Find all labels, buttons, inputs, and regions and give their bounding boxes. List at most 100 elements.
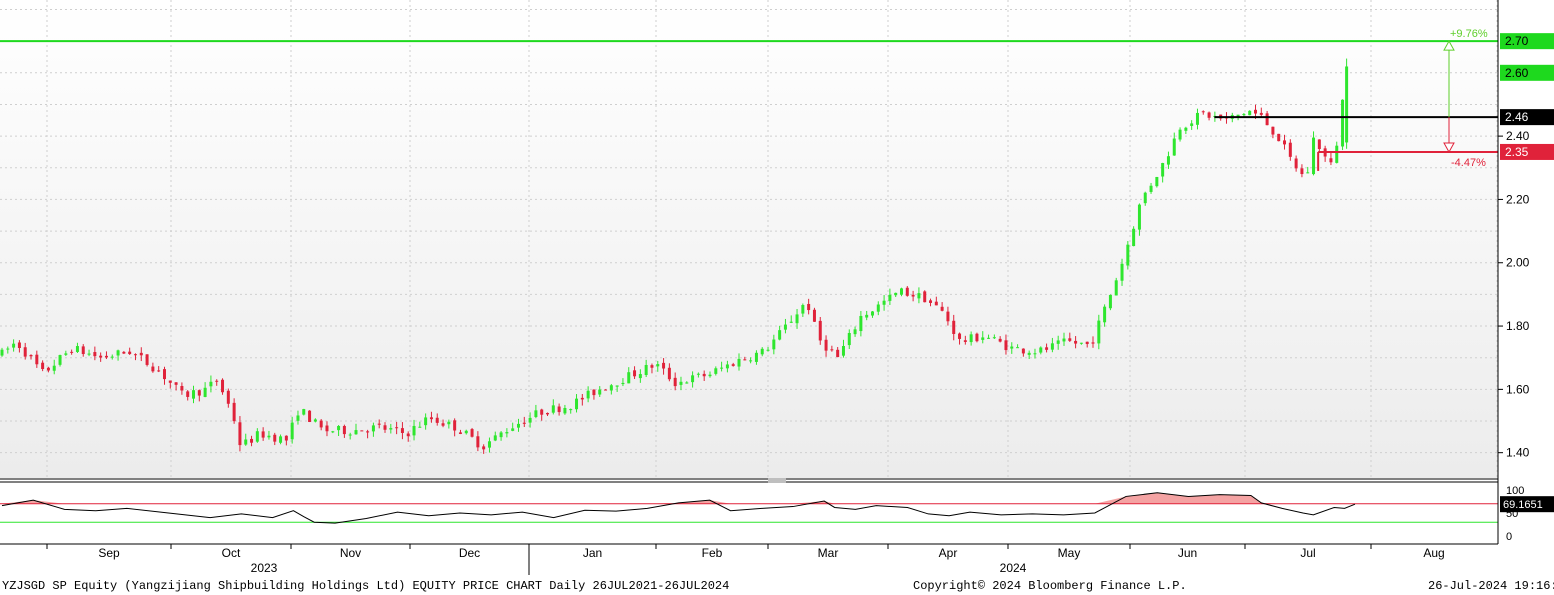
candle-body [1056, 340, 1060, 344]
level-tag: 2.60 [1500, 64, 1554, 81]
rsi-axis-label: 0 [1506, 531, 1512, 543]
price-chart: 100 50 0 69.1651 2.70 2.60 2.46 2.35 +9.76% -4.4… [0, 0, 1554, 595]
candle-body [6, 348, 10, 350]
candle-body [46, 367, 50, 371]
candle-body [1137, 204, 1141, 230]
gain-label: +9.76% [1450, 28, 1488, 40]
candle-body [592, 389, 596, 396]
candle-body [900, 288, 904, 295]
candle [1114, 277, 1118, 296]
candle [470, 427, 474, 438]
price-axis-label: 1.60 [1506, 382, 1530, 396]
candle-body [174, 382, 178, 385]
candle-body [261, 431, 265, 438]
candle-body [75, 346, 79, 352]
time-axis-label: Dec [459, 546, 480, 560]
candle [1312, 131, 1316, 176]
candle-body [836, 349, 840, 358]
candle-body [1178, 129, 1182, 140]
level-tag: 2.46 [1500, 109, 1554, 126]
candle-body [12, 343, 16, 348]
candle-body [859, 315, 863, 332]
candle-body [778, 330, 782, 340]
candle-body [714, 368, 718, 374]
candle-body [464, 430, 468, 434]
candle-body [186, 391, 190, 397]
candle-body [1190, 123, 1194, 126]
candle-body [1120, 263, 1124, 281]
candle [975, 332, 979, 343]
candle-body [760, 348, 764, 355]
candle [58, 354, 62, 367]
candle-body [331, 431, 335, 433]
candle-body [1207, 112, 1211, 118]
level-tag-label: 2.46 [1505, 110, 1529, 124]
candle-body [1050, 343, 1054, 350]
candle-body [795, 314, 799, 324]
candle-body [1248, 110, 1252, 116]
level-tag-label: 2.70 [1505, 34, 1529, 48]
candle-body [841, 345, 845, 356]
candle-body [1341, 99, 1345, 147]
candle-body [296, 415, 300, 421]
candle-body [412, 425, 416, 436]
loss-label: -4.47% [1451, 157, 1486, 169]
candle-body [824, 339, 828, 351]
candle-body [453, 420, 457, 431]
candle-body [551, 405, 555, 413]
candle-body [633, 370, 637, 377]
candle-body [64, 353, 68, 355]
candle-body [1161, 163, 1165, 177]
candle-body [737, 358, 741, 367]
price-axis-label: 2.40 [1506, 129, 1530, 143]
candle [145, 354, 149, 367]
candle-body [720, 367, 724, 369]
level-tag: 2.35 [1500, 143, 1554, 160]
candle-body [662, 362, 666, 369]
candle-body [1126, 244, 1130, 266]
candle-body [708, 374, 712, 377]
candle-last [1345, 58, 1349, 149]
candle-body [168, 380, 172, 383]
candle-body [644, 364, 648, 376]
candle [1126, 241, 1130, 270]
candle-body [673, 377, 677, 387]
candle-body [128, 351, 132, 355]
candle-body [192, 390, 196, 399]
candle-body [116, 350, 120, 356]
candle-body [958, 333, 962, 339]
panel-resize-handle [768, 478, 786, 483]
candle-body [830, 349, 834, 351]
candle-body [998, 338, 1002, 342]
candle-body [145, 354, 149, 365]
time-axis-label: Jul [1300, 546, 1315, 560]
candle-body [458, 432, 462, 434]
candle-body [1195, 112, 1199, 125]
candle-body [546, 412, 550, 415]
candle-body [1317, 139, 1321, 150]
candle-body [575, 398, 579, 410]
candle-body [110, 356, 114, 358]
candle-body [627, 372, 631, 384]
candle-body [250, 438, 254, 443]
candle-body [157, 370, 161, 372]
candle-body [1149, 185, 1153, 192]
candle-body [337, 426, 341, 431]
candle-body [482, 446, 486, 450]
candle-body [197, 390, 201, 396]
candle-body [35, 354, 39, 365]
candle [308, 410, 312, 423]
year-label-2024: 2024 [1000, 561, 1027, 575]
candle [1132, 226, 1136, 247]
candle-body [981, 337, 985, 340]
candle-body [528, 417, 532, 423]
price-axis-label: 2.20 [1506, 192, 1530, 206]
candle-body [516, 423, 520, 428]
time-axis-label: Jan [583, 546, 602, 560]
time-axis-label: Mar [818, 546, 839, 560]
candle-body [41, 362, 45, 370]
candle-body [783, 324, 787, 330]
candle-body [505, 432, 509, 434]
candle-body [23, 347, 27, 357]
candle-body [911, 294, 915, 297]
